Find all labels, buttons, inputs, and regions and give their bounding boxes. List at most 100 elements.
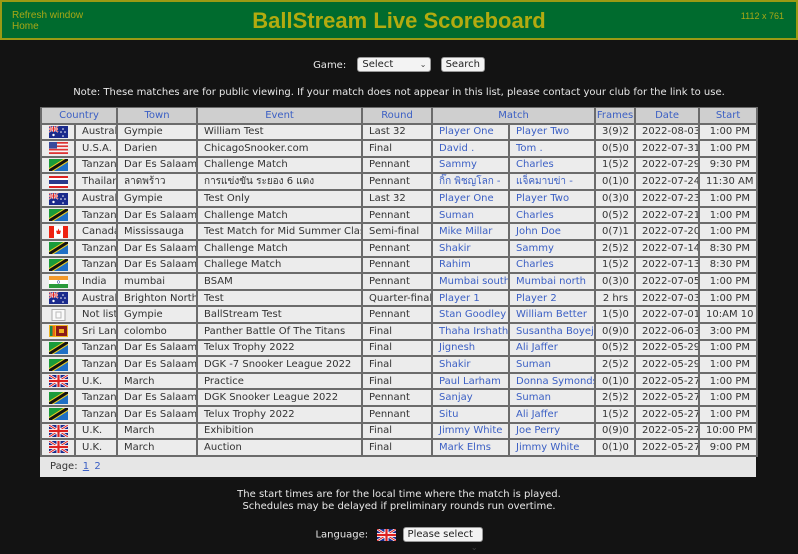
date-cell: 2022-05-29 [634,355,701,374]
start-time-cell: 1:00 PM [698,388,759,407]
start-time-cell: 10:AM 10 [698,305,759,325]
table-row[interactable]: TanzaniaDar Es SalaamChallenge MatchPenn… [40,155,759,175]
table-row[interactable]: AustraliaBrighton NorthTestQuarter-final… [40,288,759,308]
table-row[interactable]: India mumbai BSAM Pennant Mumbai south Mumbai… [40,272,759,291]
player1-link[interactable]: Sammy [431,155,511,175]
uk-flag-icon [377,528,397,541]
player2-link[interactable]: แจ็คมาบข่า - [508,172,597,192]
tanzania-flag-icon [48,408,68,421]
table-row[interactable]: U.S.A. Darien ChicagoSnooker.com Final David… [40,139,759,158]
country-cell: U.K. [73,371,119,391]
col-town[interactable]: Town [116,107,199,125]
country-cell: U.K. [73,421,119,441]
player2-link[interactable]: Mumbai north [508,272,597,291]
table-row[interactable]: Sri LankacolomboPanther Battle Of The Ti… [40,322,759,341]
table-row[interactable]: AustraliaGympieTest OnlyLast 32Player On… [40,189,759,208]
player1-link[interactable]: Player One [431,189,511,208]
player1-link[interactable]: Mark Elms [431,438,511,457]
start-time-cell: 9:30 PM [698,155,759,175]
player1-link[interactable]: Jignesh [431,338,511,358]
player2-link[interactable]: Player Two [508,122,597,142]
window-size-readout: 1112 x 761 [740,11,784,21]
table-row[interactable]: TanzaniaDar Es SalaamTelux Trophy 2022Pe… [40,405,759,424]
player1-link[interactable]: Thaha Irshath [431,322,511,341]
player2-link[interactable]: Charles [508,255,597,275]
frames-cell: 0(3)0 [594,189,637,208]
country-cell: Australia [73,189,119,208]
player2-link[interactable]: John Doe [508,222,597,242]
town-cell: mumbai [116,272,199,291]
player1-link[interactable]: Jimmy White [431,421,511,441]
table-row[interactable]: Canada Mississauga Test Match for Mid Summ… [40,222,759,242]
player2-link[interactable]: William Better [508,305,597,325]
table-row[interactable]: AustraliaGympieWilliam TestLast 32Player… [40,122,759,142]
player2-link[interactable]: Suman [508,355,597,374]
player1-link[interactable]: กิ๊ก พิชญโลก - [431,172,511,192]
col-start[interactable]: Start [698,107,759,125]
player2-link[interactable]: Player 2 [508,288,597,308]
player1-link[interactable]: Paul Larham [431,371,511,391]
player1-link[interactable]: Mumbai south [431,272,511,291]
player2-link[interactable]: Donna Symonds [508,371,597,391]
col-round[interactable]: Round [361,107,434,125]
col-date[interactable]: Date [634,107,701,125]
frames-cell: 0(9)0 [594,322,637,341]
table-row[interactable]: TanzaniaDar Es SalaamChallenge MatchPenn… [40,239,759,258]
date-cell: 2022-07-20 [634,222,701,242]
player2-link[interactable]: Joe Perry [508,421,597,441]
player1-link[interactable]: David . [431,139,511,158]
player2-link[interactable]: Charles [508,205,597,225]
page-link-2[interactable]: 2 [94,461,100,472]
table-row[interactable]: U.K. March Auction Final Mark Elms Jimmy Whit… [40,438,759,457]
table-row[interactable]: Thailandลาดพร้าวการแข่งขัน ระยอง 6 แดงPe… [40,172,759,192]
country-cell: U.K. [73,438,119,457]
table-header-row: Country Town Event Round Match Frames Da… [39,107,759,125]
player2-link[interactable]: Charles [508,155,597,175]
frames-cell: 1(5)0 [594,305,637,325]
table-row[interactable]: Not listedGympieBallStream TestPennantSt… [40,305,759,325]
table-row[interactable]: TanzaniaDar Es SalaamDGK Snooker League … [40,388,759,407]
table-row[interactable]: TanzaniaDar Es SalaamTelux Trophy 2022Fi… [40,338,759,358]
table-row[interactable]: TanzaniaDar Es SalaamChallege MatchPenna… [40,255,759,275]
table-row[interactable]: TanzaniaDar Es SalaamChallenge MatchPenn… [40,205,759,225]
date-cell: 2022-07-01 [634,305,701,325]
player1-link[interactable]: Suman [431,205,511,225]
player1-link[interactable]: Shakir [431,355,511,374]
player1-link[interactable]: Stan Goodley [431,305,511,325]
player2-link[interactable]: Suman [508,388,597,407]
language-select[interactable]: Please select ⌄ [402,527,483,552]
srilanka-flag-icon [48,325,68,338]
player1-link[interactable]: Player One [431,122,511,142]
page-title: BallStream Live Scoreboard [252,8,546,33]
table-row[interactable]: U.K. March Exhibition Final Jimmy White Joe P… [40,421,759,441]
round-cell: Last 32 [361,189,434,208]
round-cell: Semi-final [361,222,434,242]
col-country[interactable]: Country [39,107,119,125]
player1-link[interactable]: Sanjay [431,388,511,407]
player2-link[interactable]: Player Two [508,189,597,208]
col-frames[interactable]: Frames [594,107,637,125]
start-time-cell: 1:00 PM [698,355,759,374]
table-row[interactable]: U.K. March Practice Final Paul Larham Donna S… [40,371,759,391]
town-cell: March [116,371,199,391]
player1-link[interactable]: Mike Millar [431,222,511,242]
frames-cell: 1(5)2 [594,405,637,424]
table-row[interactable]: TanzaniaDar Es SalaamDGK -7 Snooker Leag… [40,355,759,374]
page-link-1[interactable]: 1 [83,461,89,472]
player2-link[interactable]: Tom . [508,139,597,158]
player1-link[interactable]: Shakir [431,239,511,258]
player1-link[interactable]: Rahim [431,255,511,275]
player2-link[interactable]: Sammy [508,239,597,258]
col-match[interactable]: Match [431,107,597,125]
player2-link[interactable]: Susantha Boyeju [508,322,597,341]
player1-link[interactable]: Situ [431,405,511,424]
game-select[interactable]: Select ⌄ [357,57,432,72]
search-button[interactable]: Search [440,57,485,72]
player2-link[interactable]: Ali Jaffer [508,338,597,358]
col-event[interactable]: Event [196,107,364,125]
round-cell: Final [361,355,434,374]
player1-link[interactable]: Player 1 [431,288,511,308]
player2-link[interactable]: Jimmy White [508,438,597,457]
player2-link[interactable]: Ali Jaffer [508,405,597,424]
india-flag-icon [48,275,68,288]
